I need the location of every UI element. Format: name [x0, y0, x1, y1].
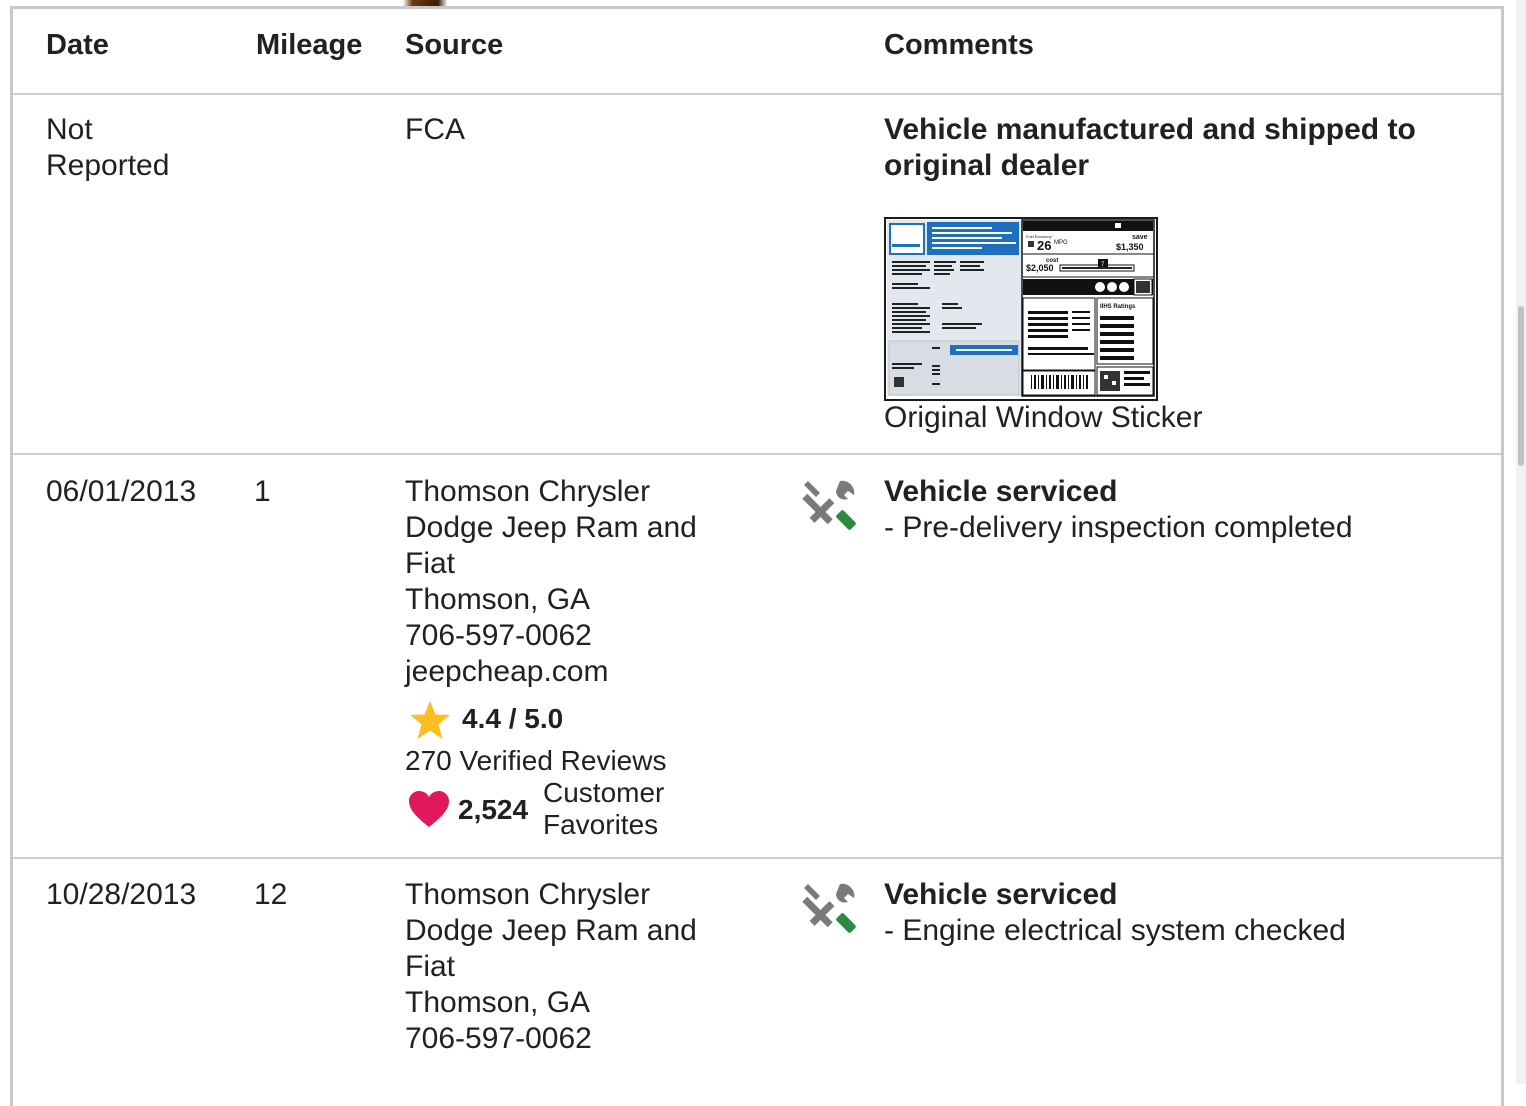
svg-text:26: 26 — [1037, 238, 1051, 253]
row-date: Not — [46, 113, 93, 146]
svg-text:$2,050: $2,050 — [1026, 263, 1054, 273]
source-name: Fiat — [405, 950, 456, 983]
window-sticker-link[interactable]: Original Window Sticker — [884, 400, 1202, 436]
source-name: Fiat — [405, 547, 456, 580]
comment-detail: - Pre-delivery inspection completed — [884, 511, 1353, 544]
row-divider — [13, 857, 1501, 859]
header-comments: Comments — [884, 29, 1034, 61]
source-phone[interactable]: 706-597-0062 — [405, 618, 592, 654]
row-date: 06/01/2013 — [46, 475, 197, 508]
row-divider — [13, 93, 1501, 95]
heart-icon — [409, 791, 449, 827]
rating-value: 4.4 / 5.0 — [462, 703, 564, 734]
star-icon — [410, 701, 450, 739]
comment-detail: - Engine electrical system checked — [884, 914, 1346, 947]
row-mileage: 1 — [254, 475, 271, 508]
service-icon — [802, 883, 856, 933]
svg-text:MPG: MPG — [1054, 240, 1068, 246]
header-date: Date — [46, 29, 109, 61]
source-name: Thomson Chrysler — [405, 475, 651, 508]
comment-title: Vehicle manufactured and shipped to — [884, 113, 1416, 146]
comment-title: Vehicle serviced — [884, 878, 1118, 911]
svg-text:save: save — [1132, 234, 1148, 241]
scrollbar[interactable] — [1516, 0, 1526, 1084]
service-icon — [802, 480, 856, 530]
header-mileage: Mileage — [256, 29, 363, 61]
svg-text:IIHS Ratings: IIHS Ratings — [1100, 304, 1136, 310]
source-location: Thomson, GA — [405, 986, 591, 1019]
reviews-link[interactable]: 270 Verified Reviews — [405, 745, 666, 777]
favorites-label: Favorites — [543, 809, 659, 840]
window-sticker-thumbnail[interactable]: Fuel Economy 26 MPG save $1,350 cost $2,… — [884, 217, 1158, 401]
row-date: 10/28/2013 — [46, 878, 197, 911]
source-location: Thomson, GA — [405, 583, 591, 616]
row-date: Reported — [46, 149, 170, 182]
source-name: Dodge Jeep Ram and — [405, 511, 697, 544]
source-phone[interactable]: 706-597-0062 — [405, 1021, 592, 1057]
row-source: FCA — [405, 113, 465, 146]
favorites-count: 2,524 — [458, 794, 529, 825]
source-name: Thomson Chrysler — [405, 878, 651, 911]
scrollbar-thumb[interactable] — [1518, 306, 1524, 466]
svg-text:$1,350: $1,350 — [1116, 242, 1144, 252]
row-mileage: 12 — [254, 878, 288, 911]
comment-title: Vehicle serviced — [884, 475, 1118, 508]
source-name: Dodge Jeep Ram and — [405, 914, 697, 947]
window-sticker-icon: Fuel Economy 26 MPG save $1,350 cost $2,… — [887, 219, 1155, 397]
source-website-link[interactable]: jeepcheap.com — [405, 654, 608, 690]
header-source: Source — [405, 29, 504, 61]
row-divider — [13, 453, 1501, 455]
favorites-label: Customer — [543, 777, 665, 808]
comment-title: original dealer — [884, 149, 1090, 182]
